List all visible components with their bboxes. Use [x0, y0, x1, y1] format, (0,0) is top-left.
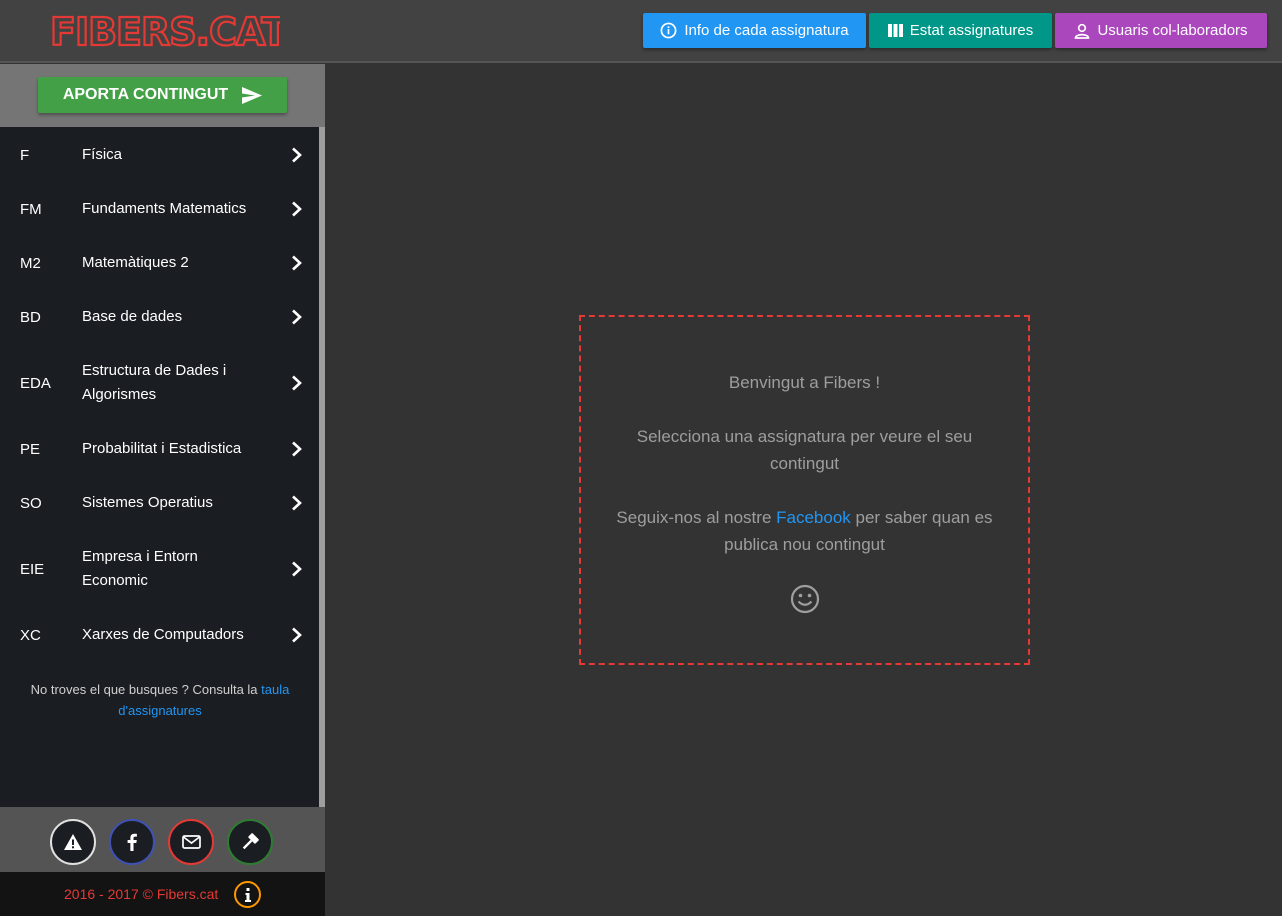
subject-label: Base de dades [82, 308, 183, 325]
info-icon [244, 887, 251, 902]
send-icon [242, 86, 263, 104]
sidebar-item-probabilitat[interactable]: PE Probabilitat i Estadistica [0, 422, 319, 476]
footer-info-button[interactable] [234, 881, 261, 908]
gavel-icon [242, 833, 259, 850]
user-icon [1075, 23, 1090, 39]
report-button[interactable] [50, 819, 96, 865]
subject-label: Física [82, 146, 123, 163]
sidebar-scrollbar[interactable] [319, 127, 325, 807]
help-text: No troves el que busques ? Consulta la t… [14, 679, 306, 721]
info-button-label: Info de cada assignatura [684, 22, 849, 39]
info-assignatura-button[interactable]: Info de cada assignatura [643, 13, 866, 48]
subject-label: Xarxes de Computadors [82, 626, 244, 643]
subject-code: PE [20, 440, 41, 458]
subject-code: F [20, 146, 30, 164]
chevron-right-icon [292, 495, 302, 511]
subject-code: SO [20, 494, 42, 512]
facebook-button[interactable] [109, 819, 155, 865]
subject-code: XC [20, 626, 41, 644]
welcome-follow-text: Seguix-nos al nostre Facebook per saber … [601, 504, 1008, 558]
footer: 2016 - 2017 © Fibers.cat [0, 872, 325, 916]
email-button[interactable] [168, 819, 214, 865]
smiley-icon [790, 584, 820, 614]
chevron-right-icon [292, 147, 302, 163]
sidebar-item-base-de-dades[interactable]: BD Base de dades [0, 290, 319, 344]
sidebar-item-xarxes[interactable]: XC Xarxes de Computadors [0, 608, 319, 662]
columns-icon [887, 24, 903, 37]
subject-code: EDA [20, 374, 51, 392]
top-header: FIBERS.CAT Info de cada assignatura Esta… [0, 0, 1282, 63]
welcome-box: Benvingut a Fibers ! Selecciona una assi… [579, 315, 1030, 665]
copyright-text: 2016 - 2017 © Fibers.cat [64, 886, 219, 902]
chevron-right-icon [292, 255, 302, 271]
estat-button-label: Estat assignatures [909, 22, 1034, 39]
subject-label: Sistemes Operatius [82, 494, 213, 511]
subject-code: BD [20, 308, 41, 326]
subject-label: Empresa i Entorn Economic [82, 548, 198, 589]
facebook-link[interactable]: Facebook [776, 508, 851, 527]
social-bar [0, 807, 325, 872]
logo[interactable]: FIBERS.CAT [49, 9, 290, 55]
sidebar-item-sistemes-operatius[interactable]: SO Sistemes Operatius [0, 476, 319, 530]
sidebar: APORTA CONTINGUT F Física FM Fundaments … [0, 64, 325, 916]
facebook-icon [127, 833, 137, 851]
logo-text: FIBERS.CAT [50, 10, 280, 54]
subject-label: Matemàtiques 2 [82, 254, 189, 271]
chevron-right-icon [292, 627, 302, 643]
subject-label: Probabilitat i Estadistica [82, 440, 242, 457]
sidebar-item-empresa-entorn[interactable]: EIE Empresa i Entorn Economic [0, 530, 319, 608]
mail-icon [181, 835, 201, 849]
subject-code: M2 [20, 254, 41, 272]
sidebar-item-matematiques-2[interactable]: M2 Matemàtiques 2 [0, 236, 319, 290]
subject-code: FM [20, 200, 42, 218]
warning-icon [64, 834, 82, 850]
chevron-right-icon [292, 375, 302, 391]
contribute-area: APORTA CONTINGUT [0, 64, 325, 127]
chevron-right-icon [292, 561, 302, 577]
estat-assignatures-button[interactable]: Estat assignatures [869, 13, 1052, 48]
welcome-title: Benvingut a Fibers ! [728, 373, 881, 392]
chevron-right-icon [292, 309, 302, 325]
follow-prefix: Seguix-nos al nostre [616, 508, 777, 527]
contribute-label: APORTA CONTINGUT [62, 86, 229, 103]
subject-label: Fundaments Matematics [82, 200, 247, 217]
welcome-instruction: Selecciona una assignatura per veure el … [636, 427, 973, 473]
chevron-right-icon [292, 201, 302, 217]
sidebar-item-fundaments-matematics[interactable]: FM Fundaments Matematics [0, 182, 319, 236]
chevron-right-icon [292, 441, 302, 457]
sidebar-item-fisica[interactable]: F Física [0, 128, 319, 182]
aporta-contingut-button[interactable]: APORTA CONTINGUT [38, 77, 287, 113]
legal-button[interactable] [227, 819, 273, 865]
help-prefix: No troves el que busques ? Consulta la [30, 682, 262, 697]
subject-code: EIE [20, 560, 45, 578]
info-icon [660, 22, 677, 39]
sidebar-item-estructura-de-dades[interactable]: EDA Estructura de Dades i Algorismes [0, 344, 319, 422]
usuaris-collaboradors-button[interactable]: Usuaris col-laboradors [1055, 13, 1267, 48]
subject-menu: F Física FM Fundaments Matematics M2 Mat… [0, 128, 319, 662]
subject-label: Estructura de Dades i Algorismes [82, 362, 227, 403]
users-button-label: Usuaris col-laboradors [1097, 22, 1248, 39]
